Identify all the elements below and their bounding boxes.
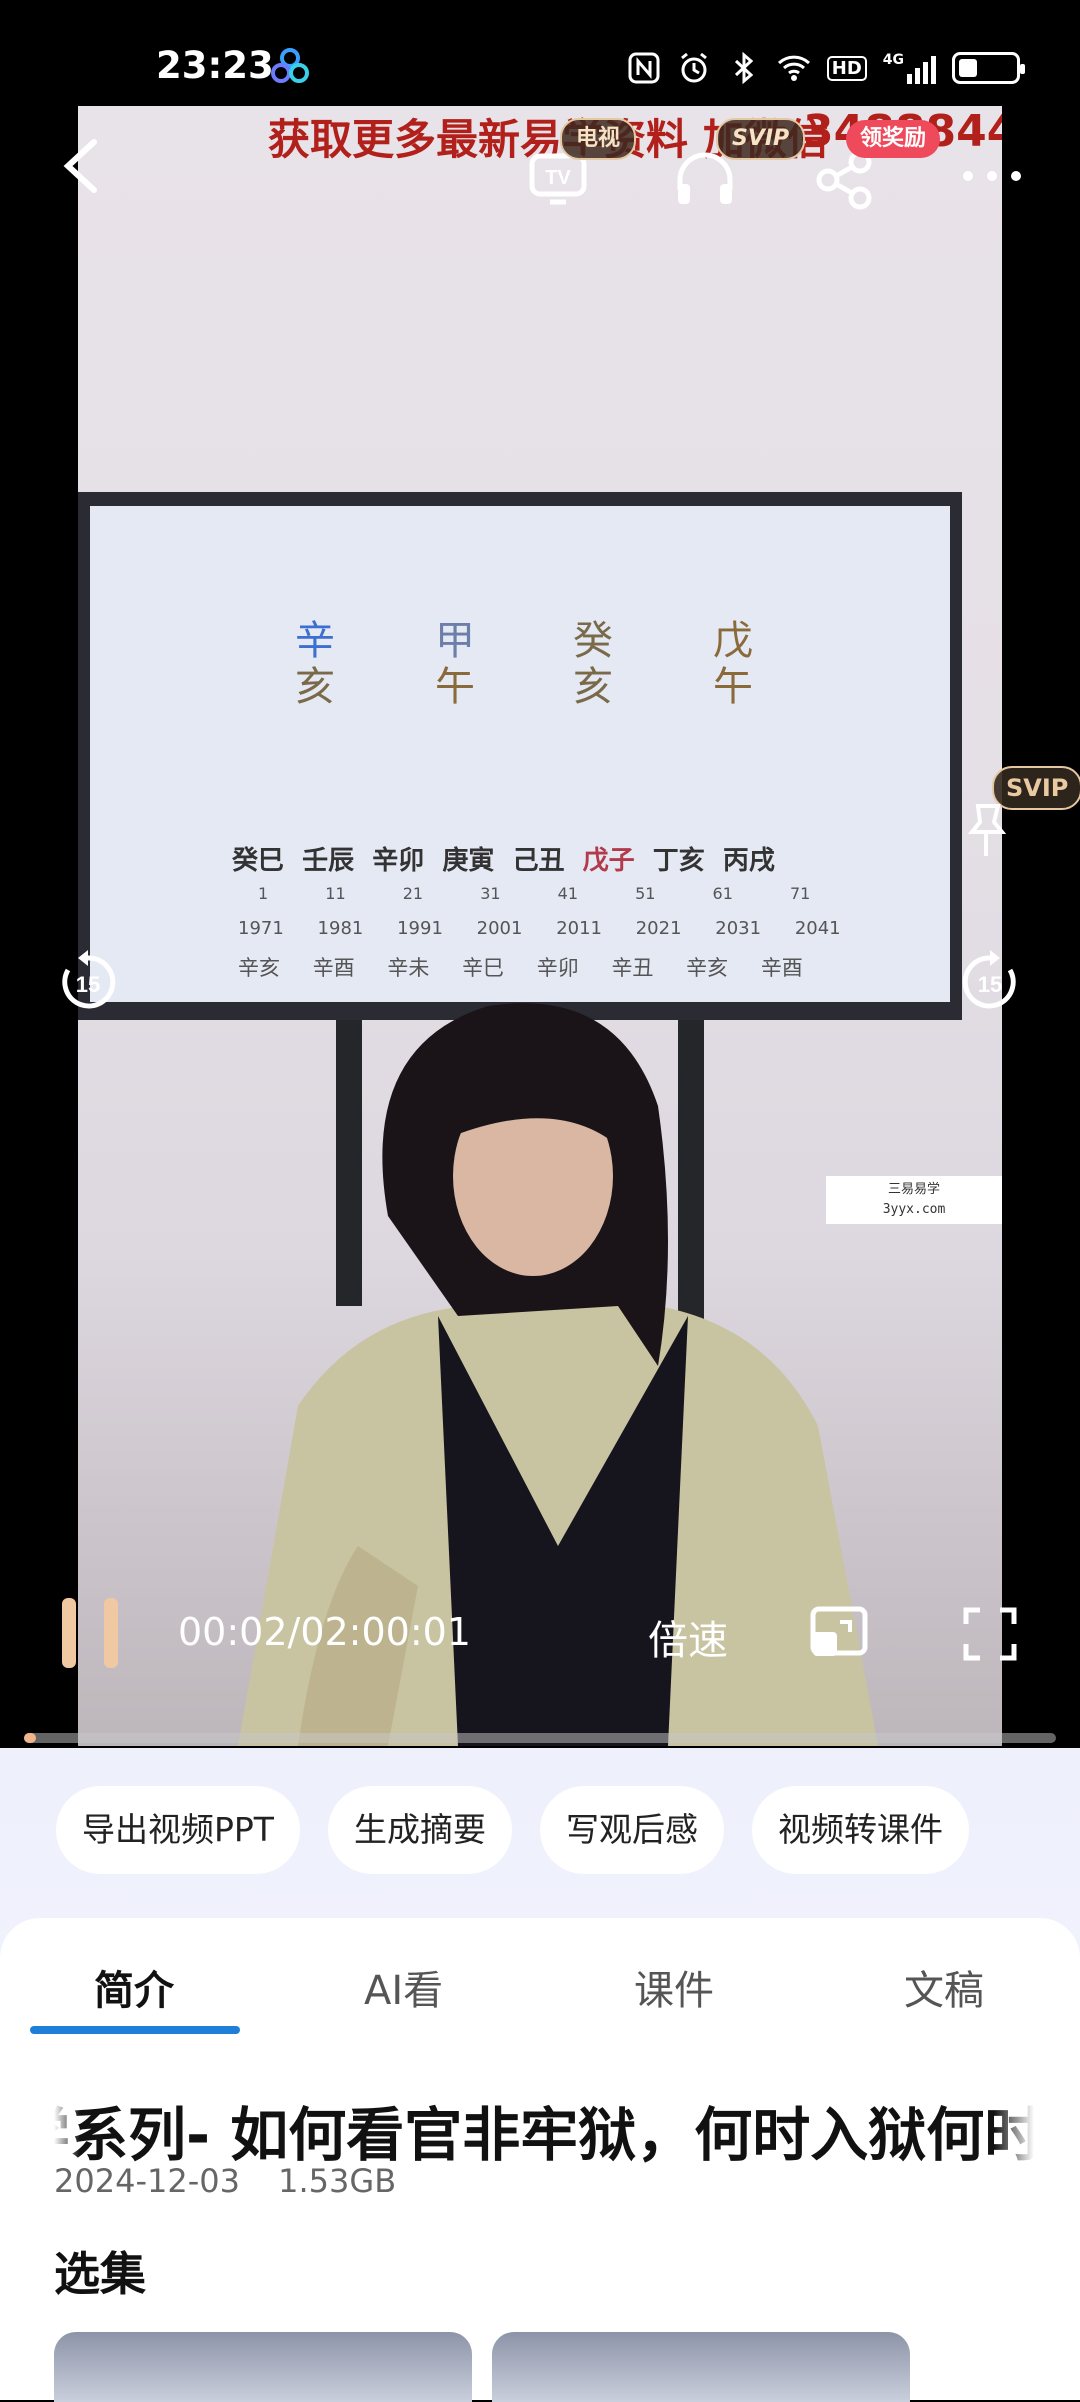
review-chip[interactable]: 写观后感 [539, 1786, 724, 1874]
watermark: 三易易学 3yyx.com [826, 1176, 1002, 1224]
video-size: 1.53GB [278, 2162, 397, 2200]
back-arrow-icon[interactable] [58, 138, 104, 194]
tv-screen: 辛 甲 癸 戊 亥 午 亥 午 癸巳 壬辰 辛卯 庚寅 己丑 戊子 丁亥 丙戌 … [90, 506, 950, 1002]
progress-fill [24, 1733, 36, 1743]
tv-year-row: 1971 1981 1991 2001 2011 2021 2031 2041 [238, 918, 841, 939]
tab-underline [30, 2026, 240, 2034]
screenshot-ppt-icon[interactable] [810, 1606, 868, 1660]
video-player[interactable]: 获取更多最新易学资料 加微信 34888440 辛 甲 癸 戊 亥 午 亥 午 … [78, 106, 1002, 1746]
svip-badge: SVIP [716, 118, 806, 160]
tv-liunian-row: 辛亥 辛酉 辛未 辛巳 辛卯 辛丑 辛亥 辛酉 [238, 956, 803, 980]
tv-dayun-row: 癸巳 壬辰 辛卯 庚寅 己丑 戊子 丁亥 丙戌 [232, 846, 775, 876]
hd-badge: HD [826, 55, 867, 81]
reward-badge[interactable]: 领奖励 [846, 120, 941, 158]
tv-monitor: 辛 甲 癸 戊 亥 午 亥 午 癸巳 壬辰 辛卯 庚寅 己丑 戊子 丁亥 丙戌 … [78, 492, 962, 1020]
tv-char: 午 [435, 664, 475, 710]
timecode: 00:02/02:00:01 [178, 1610, 471, 1654]
svg-text:15: 15 [978, 972, 1002, 997]
export-ppt-chip[interactable]: 导出视频PPT [56, 1786, 300, 1874]
video-date: 2024-12-03 [54, 2162, 240, 2200]
tab-intro[interactable]: 简介 [94, 1958, 174, 2016]
tab-ai-watch[interactable]: AI看 [364, 1958, 443, 2016]
tab-transcript[interactable]: 文稿 [904, 1958, 984, 2016]
summary-chip[interactable]: 生成摘要 [327, 1786, 512, 1874]
video-title: 易学系列- 如何看官非牢狱，何时入狱何时出狱 [54, 2088, 1034, 2172]
tv-age-row: 1 11 21 31 41 51 61 71 [258, 884, 811, 903]
tv-char: 亥 [295, 664, 335, 710]
signal-icon: 4G [883, 52, 936, 84]
nfc-icon [628, 52, 660, 84]
ai-action-chips: 导出视频PPT 生成摘要 写观后感 视频转课件 [56, 1786, 969, 1874]
pin-icon[interactable] [960, 800, 1010, 860]
courseware-chip[interactable]: 视频转课件 [751, 1786, 969, 1874]
video-progress-bar[interactable] [24, 1733, 1056, 1743]
rewind-15-icon[interactable]: 15 [56, 950, 120, 1014]
fullscreen-icon[interactable] [962, 1606, 1018, 1662]
tv-badge: 电视 [560, 118, 637, 160]
app-icon [271, 48, 309, 83]
speed-button[interactable]: 倍速 [648, 1608, 728, 1666]
svg-text:TV: TV [545, 167, 571, 189]
status-time: 23:23 [156, 44, 274, 87]
pause-button[interactable] [62, 1598, 118, 1668]
alarm-icon [680, 52, 707, 83]
tv-char: 亥 [573, 664, 613, 710]
tv-char: 午 [713, 664, 753, 710]
forward-15-icon[interactable]: 15 [958, 950, 1022, 1014]
svg-text:15: 15 [76, 972, 100, 997]
battery-icon [952, 52, 1025, 84]
status-icons: HD 4G [627, 48, 1025, 88]
video-meta: 2024-12-03 1.53GB [54, 2162, 424, 2200]
episodes-heading: 选集 [54, 2247, 146, 2301]
info-sheet: 简介 AI看 课件 文稿 易学系列- 如何看官非牢狱，何时入狱何时出狱 2024… [0, 1918, 1080, 2402]
bluetooth-icon [734, 51, 753, 85]
wifi-icon [777, 55, 810, 81]
detail-panel: 导出视频PPT 生成摘要 写观后感 视频转课件 简介 AI看 课件 文稿 易学系… [0, 1748, 1080, 2402]
more-icon[interactable] [962, 170, 1022, 182]
tab-courseware[interactable]: 课件 [634, 1958, 714, 2016]
episode-thumbnail[interactable] [492, 2332, 910, 2402]
episode-thumbnail[interactable] [54, 2332, 472, 2402]
